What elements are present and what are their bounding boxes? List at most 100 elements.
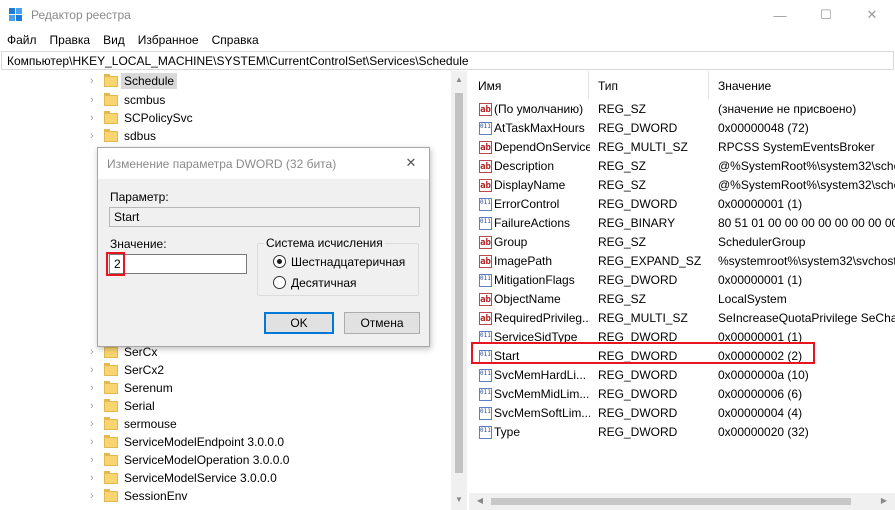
chevron-right-icon[interactable]: › [90,471,100,485]
address-bar[interactable]: Компьютер\HKEY_LOCAL_MACHINE\SYSTEM\Curr… [1,51,894,70]
menu-file[interactable]: Файл [0,30,43,50]
value-name: Group [494,235,528,249]
tree-item[interactable]: › sermouse [0,415,450,433]
value-row[interactable]: 011 110SvcMemMidLim... REG_DWORD 0x0000000… [469,385,895,404]
tree-item-label: scmbus [124,93,166,107]
decimal-radio-label[interactable]: Десятичная [291,276,357,290]
registry-editor-icon [9,8,23,22]
value-row[interactable]: 011 110Type REG_DWORD 0x00000020 (32) [469,423,895,442]
column-header-type[interactable]: Тип [589,71,709,99]
tree-item-label: SerCx2 [124,363,165,377]
tree-item[interactable]: › Serenum [0,379,450,397]
scroll-down-icon[interactable]: ▼ [454,495,464,505]
chevron-right-icon[interactable]: › [90,363,100,377]
value-row[interactable]: 011 110SvcMemSoftLim... REG_DWORD 0x000000… [469,404,895,423]
tree-item[interactable]: › Serial [0,397,450,415]
tree-item[interactable]: › ServiceModelService 3.0.0.0 [0,469,450,487]
value-name: FailureActions [494,216,571,230]
menu-help[interactable]: Справка [205,30,265,50]
value-row[interactable]: 011 110SvcMemHardLi... REG_DWORD 0x0000000… [469,366,895,385]
tree-scrollbar[interactable]: ▲ ▼ [451,71,467,510]
chevron-right-icon[interactable]: › [90,399,100,413]
value-row[interactable]: ab Group REG_SZ SchedulerGroup [469,233,895,252]
scroll-right-icon[interactable]: ▶ [879,496,889,506]
scrollbar-thumb[interactable] [455,93,463,473]
value-row[interactable]: 011 110ErrorControl REG_DWORD 0x00000001 (… [469,195,895,214]
ok-button[interactable]: OK [264,312,334,334]
column-header-name[interactable]: Имя [469,71,589,99]
menu-favorites[interactable]: Избранное [131,30,205,50]
value-row[interactable]: ab ObjectName REG_SZ LocalSystem [469,290,895,309]
values-list[interactable]: Имя Тип Значение ab (По умолчанию) REG_SZ(… [469,71,895,510]
value-input[interactable]: 2 [109,254,247,274]
chevron-right-icon[interactable]: › [90,129,100,143]
value-row[interactable]: ab DependOnService REG_MULTI_SZ RPCSS Syste… [469,138,895,157]
chevron-right-icon[interactable]: › [90,74,100,88]
value-type: REG_SZ [598,235,647,249]
scroll-up-icon[interactable]: ▲ [454,75,464,85]
base-group-title: Система исчисления [264,236,385,250]
folder-icon [104,129,118,142]
folder-icon [104,435,118,448]
tree-item[interactable]: › SCPolicySvc [0,109,450,127]
hex-radio[interactable] [273,255,286,268]
chevron-right-icon[interactable]: › [90,435,100,449]
cancel-button[interactable]: Отмена [344,312,420,334]
value-name: ErrorControl [494,197,560,211]
maximize-button[interactable]: ☐ [803,0,849,30]
value-name: SvcMemMidLim... [494,387,590,401]
folder-icon [104,363,118,376]
binary-value-icon: 011 110 [479,274,492,287]
value-row[interactable]: ab Description REG_SZ @%SystemRoot%\system3… [469,157,895,176]
chevron-right-icon[interactable]: › [90,417,100,431]
value-type: REG_DWORD [598,406,678,420]
dialog-title: Изменение параметра DWORD (32 бита) [107,157,337,171]
decimal-radio[interactable] [273,276,286,289]
tree-item[interactable]: › ServiceModelOperation 3.0.0.0 [0,451,450,469]
value-row[interactable]: ab RequiredPrivileg... REG_MULTI_SZ SeIncre… [469,309,895,328]
value-type: REG_EXPAND_SZ [598,254,702,268]
value-type: REG_DWORD [598,197,678,211]
folder-icon [104,453,118,466]
column-header-data[interactable]: Значение [709,71,895,99]
chevron-right-icon[interactable]: › [90,93,100,107]
scroll-left-icon[interactable]: ◀ [475,496,485,506]
value-type: REG_MULTI_SZ [598,311,688,325]
close-button[interactable]: ✕ [849,0,895,30]
value-row[interactable]: ab DisplayName REG_SZ @%SystemRoot%\system3… [469,176,895,195]
tree-item[interactable]: › sdbus [0,127,450,145]
chevron-right-icon[interactable]: › [90,111,100,125]
value-name: MitigationFlags [494,273,575,287]
value-data: 0x0000000a (10) [718,368,809,382]
dialog-close-icon[interactable]: ✕ [403,155,419,171]
folder-icon [104,471,118,484]
chevron-right-icon[interactable]: › [90,345,100,359]
scrollbar-thumb[interactable] [491,498,851,505]
value-row[interactable]: 011 110FailureActions REG_BINARY 80 51 01 … [469,214,895,233]
value-row[interactable]: ab ImagePath REG_EXPAND_SZ %systemroot%\sys… [469,252,895,271]
title-bar: Редактор реестра — ☐ ✕ [0,0,895,30]
chevron-right-icon[interactable]: › [90,453,100,467]
tree-item[interactable]: › SerCx2 [0,361,450,379]
tree-item[interactable]: › ServiceModelEndpoint 3.0.0.0 [0,433,450,451]
value-data: 0x00000048 (72) [718,121,809,135]
tree-item[interactable]: › Schedule [0,72,450,90]
window-title: Редактор реестра [31,8,131,22]
values-horizontal-scrollbar[interactable]: ◀ ▶ [469,493,895,510]
hex-radio-label[interactable]: Шестнадцатеричная [291,255,405,269]
chevron-right-icon[interactable]: › [90,489,100,503]
value-row[interactable]: ab (По умолчанию) REG_SZ (значение не присв… [469,100,895,119]
tree-item-label: SCPolicySvc [124,111,193,125]
chevron-right-icon[interactable]: › [90,381,100,395]
menu-view[interactable]: Вид [96,30,131,50]
value-row[interactable]: 011 110MitigationFlags REG_DWORD 0x0000000… [469,271,895,290]
tree-item[interactable]: › scmbus [0,91,450,109]
value-data: LocalSystem [718,292,787,306]
value-data: 0x00000004 (4) [718,406,803,420]
value-row[interactable]: 011 110AtTaskMaxHours REG_DWORD 0x00000048… [469,119,895,138]
menu-edit[interactable]: Правка [43,30,97,50]
value-data: SeIncreaseQuotaPrivilege SeChan [718,311,895,325]
minimize-button[interactable]: — [757,0,803,30]
value-name: ImagePath [494,254,553,268]
tree-item[interactable]: › SessionEnv [0,487,450,505]
